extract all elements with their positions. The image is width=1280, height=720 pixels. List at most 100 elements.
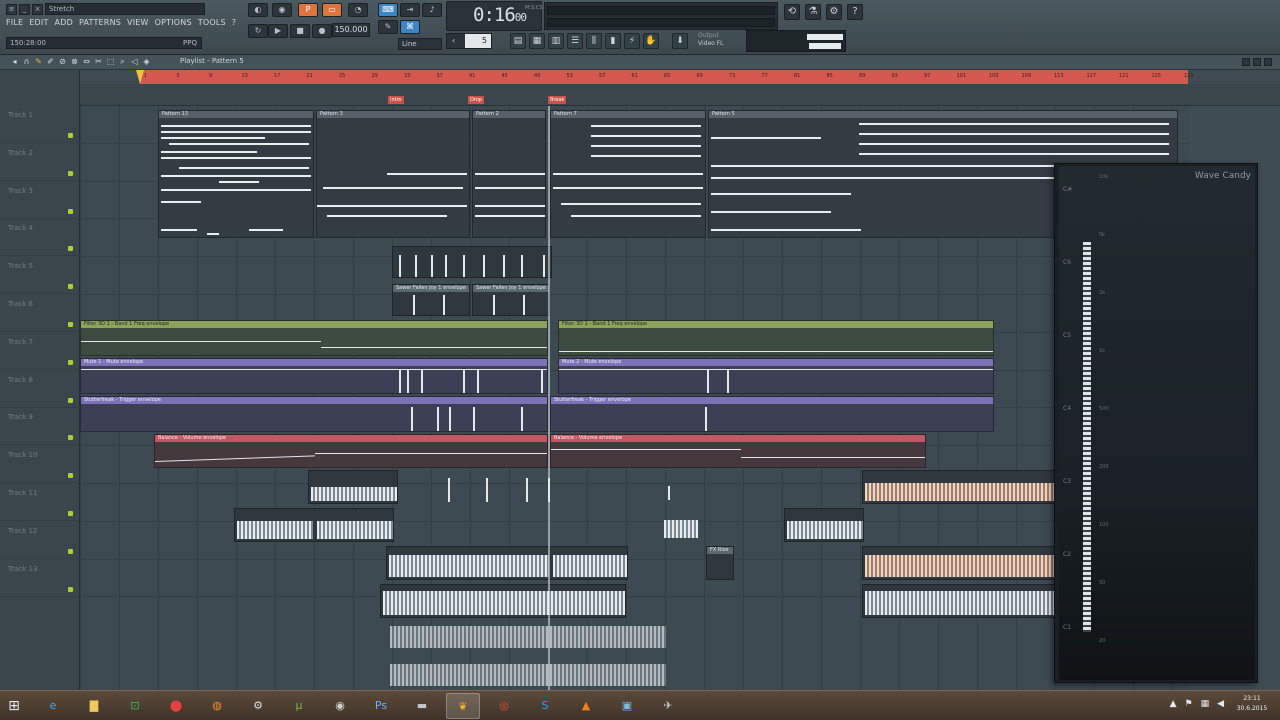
menu-edit[interactable]: EDIT bbox=[29, 18, 48, 27]
loop-icon[interactable]: ↻ bbox=[248, 24, 268, 38]
track-enable-led[interactable] bbox=[68, 397, 73, 403]
marker-drop[interactable]: Drop bbox=[468, 96, 485, 104]
menu-view[interactable]: VIEW bbox=[127, 18, 149, 27]
clip-pattern-2[interactable]: Pattern 2 bbox=[472, 110, 546, 238]
clip-mute-envelope-a[interactable]: Mute 1 - Mute envelope bbox=[80, 358, 548, 394]
clip-filter-envelope-a[interactable]: Filter 3D 1 - Band 1 Freq envelope bbox=[80, 320, 548, 356]
minimize-icon[interactable]: _ bbox=[19, 4, 30, 15]
loop-region[interactable]: 1 5 9 13 17 21 25 29 33 37 41 45 49 53 57 61 65 69 73 77 81 8… bbox=[140, 70, 1194, 84]
start-button-icon[interactable]: ⊞ bbox=[4, 697, 24, 715]
track-enable-led[interactable] bbox=[68, 322, 73, 327]
menu-tools[interactable]: TOOLS bbox=[198, 18, 226, 27]
select-tool-icon[interactable]: ⬚ bbox=[106, 57, 115, 67]
track-enable-led[interactable] bbox=[68, 284, 73, 290]
clip-trigger-envelope-b[interactable]: Stutterfreak - Trigger envelope bbox=[550, 396, 994, 432]
clip-pattern-7[interactable]: Pattern 7 bbox=[550, 110, 706, 238]
step-sequencer-icon[interactable]: ▦ bbox=[529, 33, 545, 49]
clip-riser[interactable]: FX Rise bbox=[706, 546, 734, 580]
pan-tool-icon[interactable]: ◈ bbox=[142, 57, 151, 67]
track-enable-led[interactable] bbox=[68, 586, 73, 592]
track-header[interactable]: Track 1 bbox=[0, 106, 80, 143]
menu-help[interactable]: ? bbox=[232, 18, 236, 27]
pattern-selector[interactable]: ‹ 5 bbox=[446, 33, 492, 49]
steam-icon[interactable]: ⚙ bbox=[241, 693, 275, 719]
clip-pattern-13[interactable]: Pattern 13 bbox=[158, 110, 314, 238]
track-enable-led[interactable] bbox=[68, 435, 73, 441]
mute-tool-icon[interactable]: ⊗ bbox=[70, 57, 79, 67]
paint-tool-icon[interactable]: ✐ bbox=[46, 57, 55, 67]
menu-file[interactable]: FILE bbox=[6, 18, 23, 27]
mixer-window-icon[interactable]: ⫼ bbox=[586, 33, 602, 49]
window-menu-icon[interactable]: ≡ bbox=[6, 4, 17, 15]
pattern-mode-icon[interactable]: P bbox=[298, 3, 318, 17]
playlist-maximize-icon[interactable] bbox=[1253, 58, 1261, 66]
pattern-song-toggle-icon[interactable]: ◐ bbox=[248, 3, 268, 17]
countdown-icon[interactable]: ◔ bbox=[348, 3, 368, 17]
clip-cutoff-a[interactable]: Sawer Fallen Joy 1 envelope bbox=[392, 284, 470, 316]
track-enable-led[interactable] bbox=[68, 473, 73, 479]
play-icon[interactable]: ▶ bbox=[268, 24, 288, 38]
clip-track11-loop[interactable] bbox=[380, 584, 626, 618]
online-icon[interactable]: ⟲ bbox=[784, 4, 800, 20]
internet-explorer-icon[interactable]: e bbox=[36, 693, 70, 719]
clip-pattern-3[interactable]: Pattern 3 bbox=[316, 110, 470, 238]
clip-track8-loop[interactable] bbox=[862, 470, 1058, 504]
track-enable-led[interactable] bbox=[68, 208, 73, 214]
menu-arrow-icon[interactable]: ◂ bbox=[10, 57, 19, 67]
channel-rack-icon[interactable]: ▮ bbox=[605, 33, 621, 49]
step-edit-icon[interactable]: ⇥ bbox=[400, 3, 420, 17]
slice-tool-icon[interactable]: ✂ bbox=[94, 57, 103, 67]
magnet-icon[interactable]: ∩ bbox=[22, 57, 31, 67]
track-enable-led[interactable] bbox=[68, 511, 73, 516]
clip-balance-envelope-a[interactable]: Balance - Volume envelope bbox=[154, 434, 548, 468]
clock[interactable]: 23:11 30.6.2015 bbox=[1232, 694, 1272, 714]
clip-track11-loop-b[interactable] bbox=[862, 584, 1058, 618]
file-explorer-icon[interactable]: ▇ bbox=[77, 693, 111, 719]
track-header[interactable]: Track 9 bbox=[0, 408, 80, 446]
track-lane[interactable] bbox=[80, 257, 1190, 295]
network-icon[interactable]: ▦ bbox=[1201, 699, 1210, 709]
stop-icon[interactable]: ■ bbox=[290, 24, 310, 38]
wave-candy-plugin[interactable]: C# C6 C5 C4 C3 C2 C1 10k 5k 2k 1k 500 200 100 50 20 Wav… bbox=[1054, 163, 1258, 683]
media-app-icon[interactable]: ◉ bbox=[323, 693, 357, 719]
record-icon[interactable]: ● bbox=[312, 24, 332, 38]
track-header[interactable]: Track 6 bbox=[0, 295, 80, 332]
utorrent-icon[interactable]: µ bbox=[282, 693, 316, 719]
browser-icon[interactable]: ☰ bbox=[567, 33, 583, 49]
piano-roll-icon[interactable]: ▥ bbox=[548, 33, 564, 49]
slip-tool-icon[interactable]: ⇔ bbox=[82, 57, 91, 67]
firefox-icon[interactable]: ◍ bbox=[200, 693, 234, 719]
track-header[interactable]: Track 7 bbox=[0, 333, 80, 370]
app-green-icon[interactable]: ⊡ bbox=[118, 693, 152, 719]
delete-tool-icon[interactable]: ⊘ bbox=[58, 57, 67, 67]
snap-magnet-icon[interactable]: ⌘ bbox=[400, 20, 420, 34]
photoshop-icon[interactable]: Ps bbox=[364, 693, 398, 719]
track-header[interactable]: Track 3 bbox=[0, 182, 80, 219]
track-enable-led[interactable] bbox=[68, 133, 73, 138]
track-header[interactable]: Track 2 bbox=[0, 144, 80, 181]
record-mode-icon[interactable]: ◉ bbox=[272, 3, 292, 17]
clip-track9-loop-b[interactable] bbox=[784, 508, 864, 542]
output-value[interactable]: Video FL bbox=[698, 40, 724, 47]
tempo-display[interactable]: 150.000 bbox=[332, 23, 370, 37]
help-icon[interactable]: ? bbox=[847, 4, 863, 20]
clip-filter-envelope-b[interactable]: Filter 3D 1 - Band 1 Freq envelope bbox=[558, 320, 994, 356]
chrome-icon[interactable]: ◎ bbox=[487, 693, 521, 719]
skype-icon[interactable]: S bbox=[528, 693, 562, 719]
clip-trigger-envelope-a[interactable]: Stutterfreak - Trigger envelope bbox=[80, 396, 548, 432]
track-header[interactable]: Track 11 bbox=[0, 484, 80, 521]
tray-expand-icon[interactable]: ▲ bbox=[1170, 699, 1177, 709]
marker-intro[interactable]: Intro bbox=[388, 96, 404, 104]
track-header[interactable]: Track 8 bbox=[0, 371, 80, 408]
flag-icon[interactable]: ⚑ bbox=[1184, 699, 1192, 709]
track-header[interactable]: Track 12 bbox=[0, 522, 80, 559]
plugin-picker-icon[interactable]: ⚡ bbox=[624, 33, 640, 49]
tempo-tap-icon[interactable]: ✋ bbox=[643, 33, 659, 49]
clip-track9-loop[interactable] bbox=[234, 508, 394, 542]
clip-cutoff-b[interactable]: Sawer Fallen Joy 1 envelope bbox=[472, 284, 550, 316]
track-header[interactable]: Track 5 bbox=[0, 257, 80, 295]
track-enable-led[interactable] bbox=[68, 548, 73, 554]
track-header[interactable]: Track 4 bbox=[0, 219, 80, 257]
mixer-icon[interactable]: ⚗ bbox=[805, 4, 821, 20]
marker-break[interactable]: Break bbox=[548, 96, 567, 104]
